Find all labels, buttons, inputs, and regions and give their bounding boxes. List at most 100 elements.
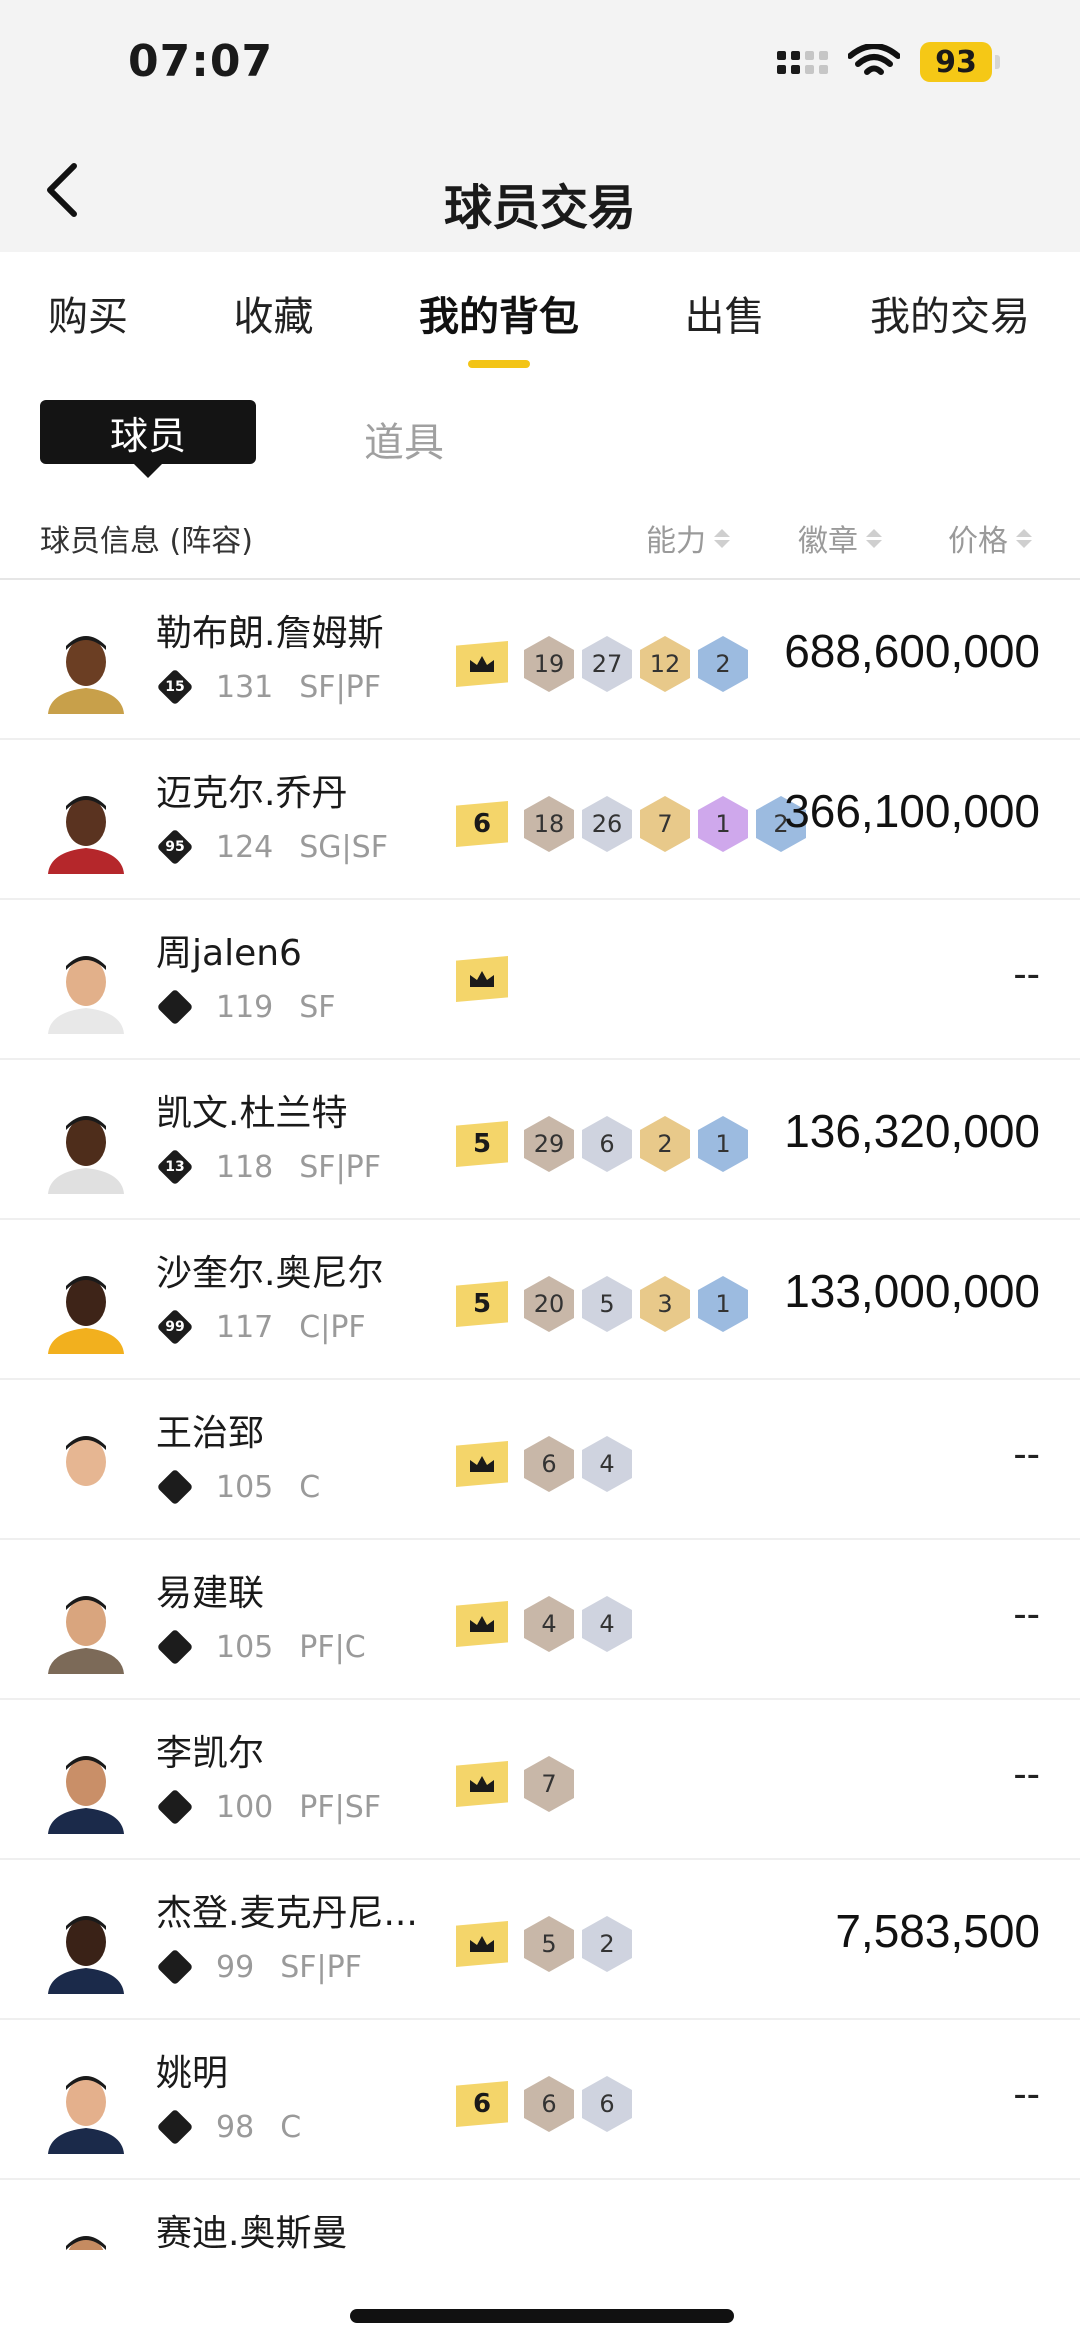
player-avatar xyxy=(48,2076,124,2154)
badge-group: 5 20 5 3 1 xyxy=(456,1276,748,1332)
battery-icon: 93 xyxy=(920,42,1000,82)
page-title: 球员交易 xyxy=(443,180,636,236)
player-name: 凯文.杜兰特 xyxy=(156,1093,348,1134)
player-row[interactable]: 沙奎尔.奥尼尔 99 117 C|PF 5 20 5 3 1 133,000,000 xyxy=(0,1220,1080,1380)
status-indicators: 93 xyxy=(777,42,1000,82)
tab-sell[interactable]: 出售 xyxy=(685,284,765,346)
segment-items[interactable]: 道具 xyxy=(364,410,444,468)
player-price: -- xyxy=(1013,1592,1040,1636)
player-avatar xyxy=(66,2236,106,2250)
badge-group: 7 xyxy=(456,1756,574,1812)
player-overall: 131 xyxy=(216,669,274,705)
badge-count-gold: 7 xyxy=(640,796,690,852)
player-price: 136,320,000 xyxy=(784,1105,1040,1157)
badge-count-bronze: 4 xyxy=(524,1596,574,1652)
player-row[interactable]: 李凯尔 100 PF|SF 7 -- xyxy=(0,1700,1080,1860)
player-name: 勒布朗.詹姆斯 xyxy=(156,613,384,654)
home-indicator[interactable] xyxy=(350,2309,734,2323)
tab-my-trades[interactable]: 我的交易 xyxy=(870,284,1030,346)
jersey-diamond-icon: 95 xyxy=(156,828,194,866)
player-name: 姚明 xyxy=(156,2053,229,2094)
player-row[interactable]: 周jalen6 119 SF -- xyxy=(0,900,1080,1060)
tab-favorites[interactable]: 收藏 xyxy=(234,284,314,346)
player-price: -- xyxy=(1013,1752,1040,1796)
player-row[interactable]: 勒布朗.詹姆斯 15 131 SF|PF 19 27 12 2 688,600,000 xyxy=(0,580,1080,740)
cellular-signal-icon xyxy=(777,50,828,74)
crown-icon xyxy=(456,1921,508,1967)
player-row[interactable]: 赛迪.奥斯曼 xyxy=(0,2180,1080,2250)
jersey-number: 13 xyxy=(165,1159,185,1175)
badge-count-bronze: 18 xyxy=(524,796,574,852)
player-position: SF|PF xyxy=(299,669,382,705)
player-position: PF|C xyxy=(299,1629,366,1665)
player-price: 688,600,000 xyxy=(784,625,1040,677)
player-price: -- xyxy=(1013,952,1040,996)
badge-count-blue: 1 xyxy=(698,1276,748,1332)
player-overall: 118 xyxy=(216,1149,274,1185)
player-name: 李凯尔 xyxy=(156,1733,265,1774)
jersey-diamond-icon xyxy=(156,1948,194,1986)
main-tabs: 购买 收藏 我的背包 出售 我的交易 xyxy=(0,252,1080,378)
player-avatar xyxy=(48,1276,124,1354)
player-position: PF|SF xyxy=(299,1789,382,1825)
player-meta: 100 PF|SF xyxy=(156,1788,381,1826)
jersey-diamond-icon xyxy=(156,1468,194,1506)
player-overall: 99 xyxy=(216,1949,255,1985)
sort-ability[interactable]: 能力 xyxy=(646,516,730,560)
player-row[interactable]: 凯文.杜兰特 13 118 SF|PF 5 29 6 2 1 136,320,000 xyxy=(0,1060,1080,1220)
badge-group xyxy=(456,956,516,1002)
player-position: SG|SF xyxy=(299,829,388,865)
badge-count-silver: 6 xyxy=(582,1116,632,1172)
player-position: SF xyxy=(299,989,336,1025)
list-header: 球员信息 (阵容) 能力 徽章 价格 xyxy=(0,484,1080,580)
player-name: 易建联 xyxy=(156,1573,265,1614)
badge-group: 64 xyxy=(456,1436,632,1492)
badge-count-silver: 6 xyxy=(582,2076,632,2132)
segment-control: 球员 道具 xyxy=(0,400,1080,484)
jersey-number: 95 xyxy=(165,839,185,855)
crown-icon xyxy=(456,956,508,1002)
player-name: 沙奎尔.奥尼尔 xyxy=(156,1253,384,1294)
player-row[interactable]: 迈克尔.乔丹 95 124 SG|SF 6 18 26 7 1 2 366,100,000 xyxy=(0,740,1080,900)
badge-count-bronze: 29 xyxy=(524,1116,574,1172)
player-meta: 15 131 SF|PF xyxy=(156,668,381,706)
player-row[interactable]: 王治郅 105 C 6 4 -- xyxy=(0,1380,1080,1540)
player-position: C xyxy=(299,1469,321,1505)
jersey-diamond-icon xyxy=(156,1788,194,1826)
sort-badge[interactable]: 徽章 xyxy=(798,516,882,560)
player-name: 周jalen6 xyxy=(156,933,302,974)
player-position: SF|PF xyxy=(280,1949,362,1985)
tab-buy[interactable]: 购买 xyxy=(48,284,128,346)
badge-group: 666 xyxy=(456,2076,632,2132)
badge-count-bronze: 19 xyxy=(524,636,574,692)
player-overall: 98 xyxy=(216,2109,255,2145)
badge-count-gold: 3 xyxy=(640,1276,690,1332)
tab-my-backpack[interactable]: 我的背包 xyxy=(419,284,579,346)
jersey-diamond-icon: 13 xyxy=(156,1148,194,1186)
badge-count-blue: 1 xyxy=(698,1116,748,1172)
segment-players[interactable]: 球员 xyxy=(40,400,256,464)
sort-price[interactable]: 价格 xyxy=(948,516,1032,560)
badge-count-silver: 5 xyxy=(582,1276,632,1332)
top-bar: 07:07 93 球员交易 xyxy=(0,0,1080,252)
player-meta: 105 PF|C xyxy=(156,1628,366,1666)
player-row[interactable]: 姚明 98 C 6 6 6 -- xyxy=(0,2020,1080,2180)
player-avatar xyxy=(48,636,124,714)
player-avatar xyxy=(48,956,124,1034)
player-overall: 117 xyxy=(216,1309,274,1345)
crown-icon xyxy=(456,1441,508,1487)
crown-icon xyxy=(456,1601,508,1647)
player-avatar xyxy=(48,1116,124,1194)
sort-arrows-icon xyxy=(714,528,730,548)
player-avatar xyxy=(48,796,124,874)
badge-count-gold: 2 xyxy=(640,1116,690,1172)
rank-badge: 6 xyxy=(456,2081,508,2127)
player-row[interactable]: 杰登.麦克丹尼... 99 SF|PF 5 2 7,583,500 xyxy=(0,1860,1080,2020)
badge-count-silver: 27 xyxy=(582,636,632,692)
rank-badge: 5 xyxy=(456,1281,508,1327)
player-overall: 105 xyxy=(216,1629,274,1665)
badge-count-bronze: 6 xyxy=(524,2076,574,2132)
player-name: 赛迪.奥斯曼 xyxy=(156,2213,348,2250)
player-row[interactable]: 易建联 105 PF|C 4 4 -- xyxy=(0,1540,1080,1700)
player-meta: 119 SF xyxy=(156,988,336,1026)
